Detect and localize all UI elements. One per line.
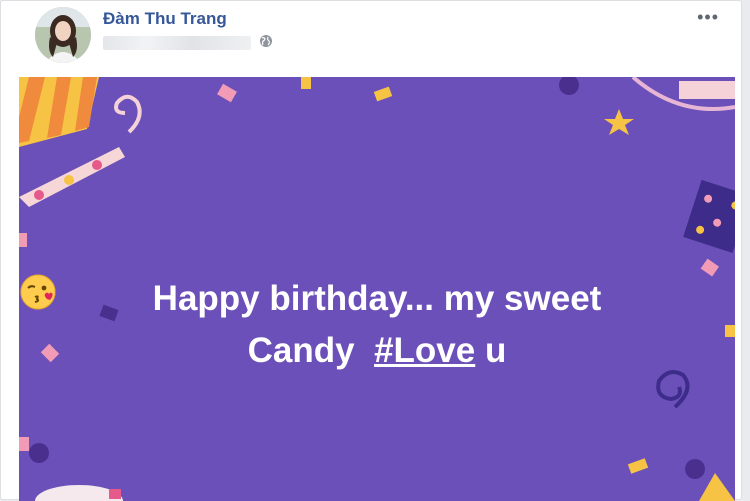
message-line-1: Happy birthday... my sweet [152,279,602,318]
globe-icon[interactable] [259,34,273,53]
more-dots-icon[interactable]: ••• [697,7,719,28]
post-message: Happy birthday... my sweet Candy #Love u [19,273,735,377]
post-meta [103,34,273,53]
timestamp-blurred [103,36,251,50]
avatar[interactable] [35,7,91,63]
post-background: Happy birthday... my sweet Candy #Love u [19,77,735,501]
message-u: u [484,331,507,370]
message-candy: Candy [247,331,355,370]
hashtag-love-link[interactable]: #Love [374,331,475,370]
post-card: Đàm Thu Trang ••• Happy birthday... my s… [0,0,742,501]
author-name[interactable]: Đàm Thu Trang [103,9,227,29]
message-line-2: Candy #Love u [19,274,735,377]
